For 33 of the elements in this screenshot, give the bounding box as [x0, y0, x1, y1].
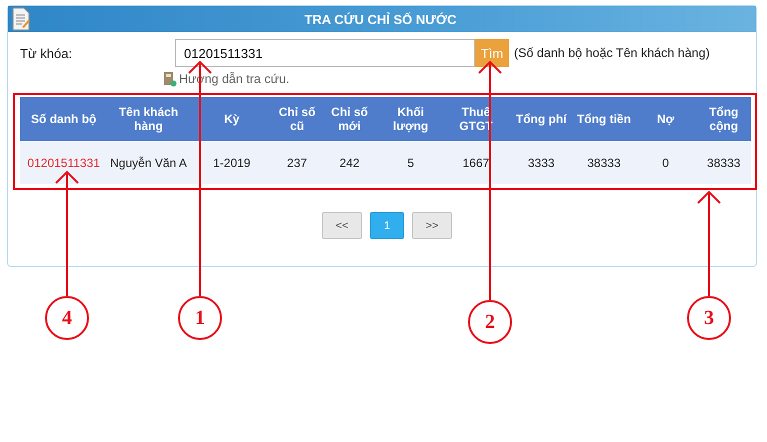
column-header: Chỉ số cũ: [274, 97, 320, 141]
column-header: Khối lượng: [378, 97, 443, 141]
table-cell: 5: [378, 141, 443, 184]
column-header: Kỳ: [190, 97, 274, 141]
column-header: Chỉ số mới: [320, 97, 379, 141]
search-hint: (Số danh bộ hoặc Tên khách hàng): [514, 46, 710, 60]
window-title: TRA CỨU CHỈ SỐ NƯỚC: [303, 12, 458, 26]
table-cell: 242: [320, 141, 379, 184]
column-header: Nợ: [634, 97, 696, 141]
column-header: Số danh bộ: [20, 97, 108, 141]
column-header: Tổng cộng: [696, 97, 751, 141]
table-cell: 237: [274, 141, 320, 184]
callout-number: 1: [178, 296, 222, 340]
table-cell: 0: [634, 141, 696, 184]
account-link[interactable]: 01201511331: [20, 141, 108, 184]
table-cell: 1667: [442, 141, 510, 184]
table-cell: 38333: [573, 141, 635, 184]
table-cell: 3333: [509, 141, 574, 184]
column-header: Tổng tiền: [573, 97, 635, 141]
callout-number: 3: [687, 296, 731, 340]
keyword-label: Từ khóa:: [19, 46, 74, 60]
page-button[interactable]: <<: [322, 212, 362, 239]
document-icon: [11, 7, 31, 31]
table-cell: Nguyễn Văn A: [107, 141, 190, 184]
keyword-field[interactable]: 01201511331: [175, 39, 475, 67]
book-icon: [163, 71, 177, 87]
column-header: Tổng phí: [509, 97, 574, 141]
table-cell: 1-2019: [190, 141, 274, 184]
callout-number: 2: [468, 300, 512, 344]
table-cell: 38333: [696, 141, 751, 184]
callout-number: 4: [45, 296, 89, 340]
column-header: Tên khách hàng: [107, 97, 190, 141]
page-button[interactable]: >>: [412, 212, 452, 239]
